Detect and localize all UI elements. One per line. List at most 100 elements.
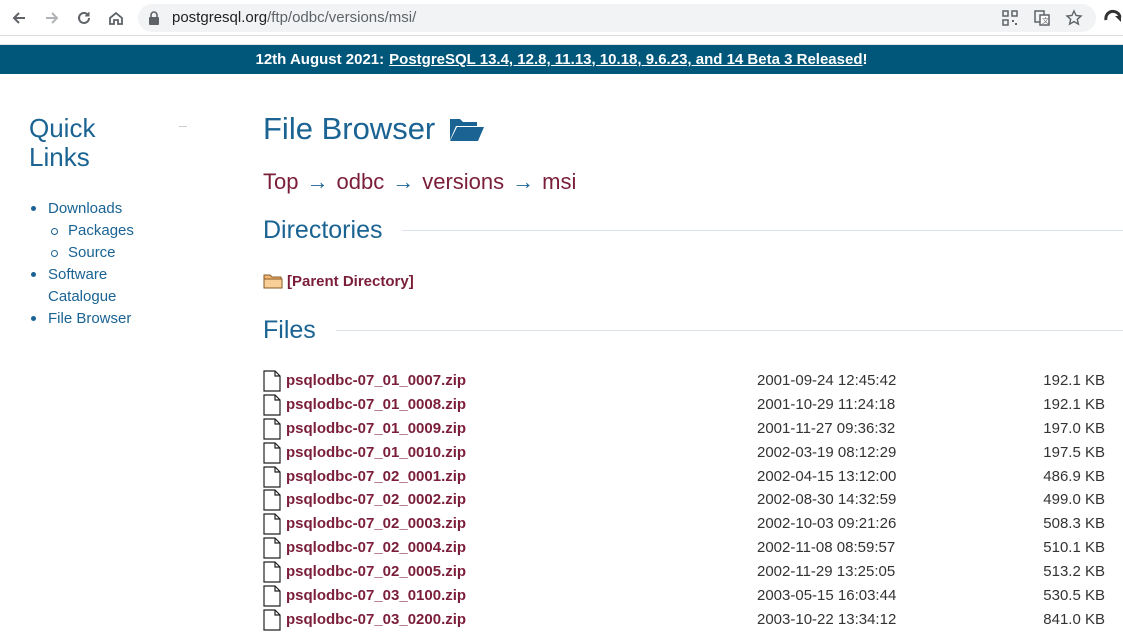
- reload-icon: [78, 11, 90, 24]
- file-date: 2002-04-15 13:12:00: [757, 467, 897, 485]
- file-name-link[interactable]: psqlodbc-07_02_0003.zip: [286, 515, 466, 532]
- file-size: 530.5 KB: [1043, 587, 1105, 605]
- star-bookmark-icon[interactable]: [1065, 9, 1083, 27]
- page-top-strip: [0, 36, 1123, 45]
- banner-suffix: !: [862, 51, 868, 68]
- file-name-link[interactable]: psqlodbc-07_01_0008.zip: [286, 396, 466, 413]
- quick-links-sidebar: Quick Links Downloads Packages Source So…: [29, 114, 189, 330]
- file-icon: [263, 609, 281, 631]
- file-icon: [263, 513, 281, 535]
- file-date: 2002-03-19 08:12:29: [757, 443, 897, 461]
- file-name-link[interactable]: psqlodbc-07_03_0100.zip: [286, 587, 466, 604]
- file-row: psqlodbc-07_01_0007.zip 2001-09-24 12:45:…: [263, 370, 1105, 394]
- file-size: 197.5 KB: [1043, 443, 1105, 461]
- file-row: psqlodbc-07_02_0004.zip 2002-11-08 08:59:…: [263, 537, 1105, 561]
- file-date: 2003-10-22 13:34:12: [757, 610, 897, 628]
- svg-text:文: 文: [1042, 16, 1049, 25]
- translate-icon[interactable]: 文: [1033, 9, 1051, 27]
- forward-arrow-icon: [46, 12, 59, 24]
- sidebar-item-packages[interactable]: Packages: [29, 220, 189, 242]
- url-text: postgresql.org/ftp/odbc/versions/msi/: [172, 9, 417, 26]
- file-name-link[interactable]: psqlodbc-07_02_0004.zip: [286, 539, 466, 556]
- file-icon: [263, 537, 281, 559]
- breadcrumb-versions[interactable]: versions: [422, 169, 504, 195]
- breadcrumb-top[interactable]: Top: [263, 169, 298, 195]
- breadcrumb-arrow: →: [392, 169, 415, 194]
- file-size: 513.2 KB: [1043, 563, 1105, 581]
- file-size: 197.0 KB: [1043, 419, 1105, 437]
- file-icon: [263, 418, 281, 440]
- extension-icon[interactable]: [1104, 8, 1122, 26]
- qr-code-icon[interactable]: [1001, 9, 1019, 27]
- sidebar-item-file-browser[interactable]: File Browser: [29, 308, 189, 330]
- browser-toolbar: postgresql.org/ftp/odbc/versions/msi/ 文: [0, 0, 1123, 36]
- file-row: psqlodbc-07_01_0008.zip 2001-10-29 11:24:…: [263, 394, 1105, 418]
- quick-links-list: Downloads Packages Source Software Catalo…: [29, 198, 189, 330]
- breadcrumb: Top → odbc → versions → msi: [263, 167, 1123, 197]
- breadcrumb-odbc[interactable]: odbc: [336, 169, 384, 195]
- home-icon: [109, 11, 123, 25]
- file-date: 2002-08-30 14:32:59: [757, 491, 897, 509]
- file-name-link[interactable]: psqlodbc-07_02_0005.zip: [286, 563, 466, 580]
- file-browser-content: File Browser Top → odbc → versions → msi…: [263, 108, 1123, 631]
- file-row: psqlodbc-07_02_0002.zip 2002-08-30 14:32:…: [263, 489, 1105, 513]
- file-icon: [263, 442, 281, 464]
- breadcrumb-msi: msi: [542, 169, 577, 194]
- home-button[interactable]: [104, 6, 128, 30]
- banner-date: 12th August 2021:: [255, 51, 385, 68]
- file-date: 2002-11-08 08:59:57: [757, 539, 896, 557]
- quick-links-title: Quick Links: [29, 113, 96, 172]
- file-icon: [263, 465, 281, 488]
- file-name-link[interactable]: psqlodbc-07_02_0002.zip: [286, 491, 466, 508]
- address-bar[interactable]: postgresql.org/ftp/odbc/versions/msi/ 文: [138, 4, 1096, 32]
- file-name-link[interactable]: psqlodbc-07_01_0007.zip: [286, 372, 466, 389]
- file-size: 499.0 KB: [1043, 491, 1105, 509]
- file-date: 2002-10-03 09:21:26: [757, 515, 897, 533]
- sub-list-wrapper: Packages Source: [29, 220, 189, 264]
- forward-button[interactable]: [40, 6, 64, 30]
- folder-icon: [263, 274, 283, 289]
- file-row: psqlodbc-07_02_0005.zip 2002-11-29 13:25:…: [263, 561, 1105, 585]
- file-icon: [263, 394, 281, 416]
- file-size: 486.9 KB: [1043, 467, 1105, 485]
- file-row: psqlodbc-07_01_0010.zip 2002-03-19 08:12:…: [263, 442, 1105, 466]
- breadcrumb-arrow: →: [512, 169, 535, 194]
- announcement-banner: 12th August 2021: PostgreSQL 13.4, 12.8,…: [0, 45, 1123, 74]
- file-size: 192.1 KB: [1043, 372, 1105, 389]
- file-date: 2001-09-24 12:45:42: [757, 372, 897, 389]
- file-row: psqlodbc-07_01_0009.zip 2001-11-27 09:36:…: [263, 418, 1105, 442]
- file-name-link[interactable]: psqlodbc-07_01_0009.zip: [286, 420, 466, 437]
- page-title: File Browser: [263, 108, 1123, 150]
- file-date: 2002-11-29 13:25:05: [757, 563, 896, 581]
- folder-open-icon: [450, 119, 485, 141]
- reload-button[interactable]: [72, 6, 96, 30]
- file-size: 841.0 KB: [1043, 610, 1105, 628]
- file-name-link[interactable]: psqlodbc-07_01_0010.zip: [286, 444, 466, 461]
- file-size: 510.1 KB: [1043, 539, 1105, 557]
- file-date: 2001-10-29 11:24:18: [757, 395, 896, 413]
- breadcrumb-arrow: →: [306, 169, 329, 194]
- sidebar-item-source[interactable]: Source: [29, 242, 189, 264]
- file-list: psqlodbc-07_01_0007.zip 2001-09-24 12:45:…: [263, 370, 1105, 633]
- file-date: 2003-05-15 16:03:44: [757, 587, 897, 605]
- back-arrow-icon: [12, 12, 25, 24]
- file-name-link[interactable]: psqlodbc-07_03_0200.zip: [286, 611, 466, 628]
- file-row: psqlodbc-07_03_0200.zip 2003-10-22 13:34:…: [263, 609, 1105, 633]
- file-row: psqlodbc-07_02_0001.zip 2002-04-15 13:12:…: [263, 465, 1105, 490]
- file-icon: [263, 370, 281, 392]
- file-size: 192.1 KB: [1043, 395, 1105, 413]
- file-icon: [263, 561, 281, 583]
- files-heading: Files: [263, 316, 1123, 345]
- parent-directory-link[interactable]: [Parent Directory]: [263, 272, 414, 290]
- banner-release-link[interactable]: PostgreSQL 13.4, 12.8, 11.13, 10.18, 9.6…: [389, 51, 862, 68]
- sidebar-item-downloads[interactable]: Downloads: [29, 198, 189, 220]
- file-row: psqlodbc-07_02_0003.zip 2002-10-03 09:21:…: [263, 513, 1105, 537]
- back-button[interactable]: [7, 6, 31, 30]
- file-icon: [263, 585, 281, 607]
- sidebar-item-software-catalogue[interactable]: Software Catalogue: [29, 264, 189, 308]
- directories-heading: Directories: [263, 216, 1123, 245]
- file-row: psqlodbc-07_03_0100.zip 2003-05-15 16:03:…: [263, 585, 1105, 609]
- file-name-link[interactable]: psqlodbc-07_02_0001.zip: [286, 468, 466, 485]
- lock-icon: [149, 11, 159, 25]
- divider: [179, 126, 187, 127]
